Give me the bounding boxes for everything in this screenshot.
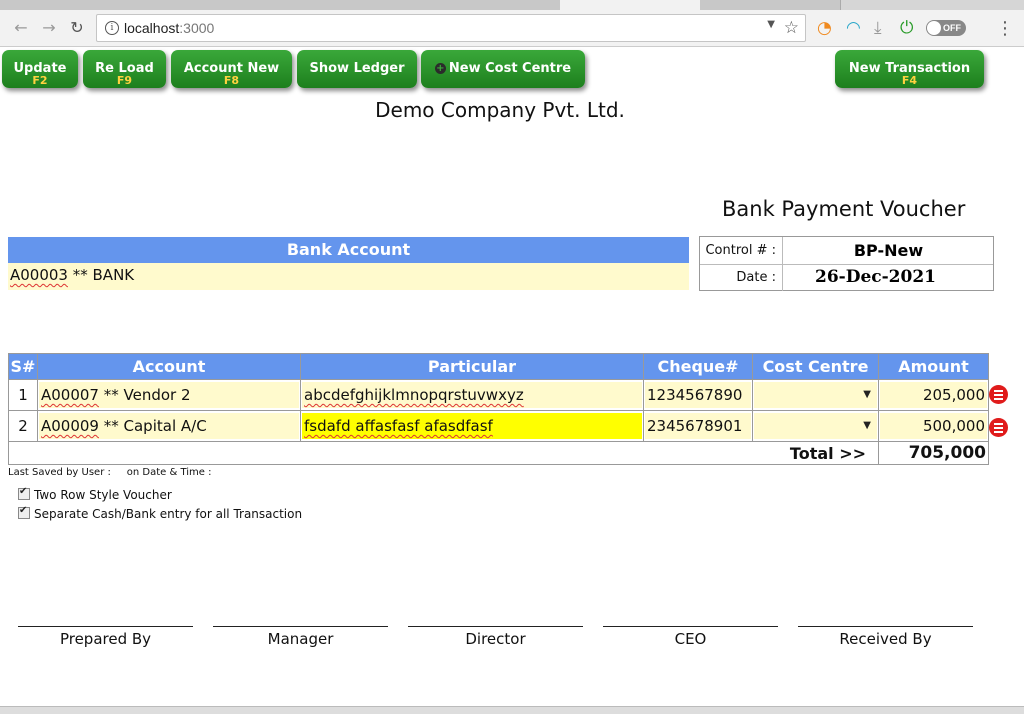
bank-account-header: Bank Account bbox=[8, 237, 689, 263]
separate-entry-label: Separate Cash/Bank entry for all Transac… bbox=[34, 507, 303, 521]
table-row: 2 A00009 ** Capital A/C fsdafd affasfasf… bbox=[8, 410, 989, 442]
signature-manager: Manager bbox=[213, 626, 388, 648]
voucher-entries-table: S# Account Particular Cheque# Cost Centr… bbox=[8, 353, 989, 465]
total-row: Total >> 705,000 bbox=[8, 441, 989, 465]
cheque-field[interactable]: 2345678901 bbox=[645, 413, 751, 439]
bank-account-code: A00003 bbox=[10, 266, 68, 284]
browser-toolbar: ← → ↻ i localhost:3000 ▼ ☆ ◔ ◠ ⤓ ⏻ OFF ⋮ bbox=[0, 10, 1024, 47]
update-shortcut: F2 bbox=[32, 74, 48, 87]
back-arrow-icon[interactable]: ← bbox=[12, 19, 30, 37]
bookmark-star-icon[interactable]: ☆ bbox=[784, 18, 799, 38]
row-serial: 2 bbox=[8, 410, 38, 442]
amount-field[interactable]: 500,000 bbox=[880, 413, 987, 439]
toggle-label: OFF bbox=[943, 23, 961, 33]
reload-shortcut: F9 bbox=[116, 74, 133, 87]
account-new-shortcut: F8 bbox=[223, 74, 240, 87]
cost-centre-select[interactable]: ▼ bbox=[754, 413, 877, 439]
browser-tab[interactable] bbox=[150, 0, 291, 10]
browser-tab-strip bbox=[0, 0, 1024, 10]
cheque-field[interactable]: 1234567890 bbox=[645, 382, 751, 408]
total-value: 705,000 bbox=[878, 441, 989, 465]
bank-account-field[interactable]: A00003 ** BANK bbox=[8, 263, 689, 290]
column-header-cheque: Cheque# bbox=[643, 353, 753, 380]
extension-toggle[interactable]: OFF bbox=[926, 20, 966, 36]
signature-ceo: CEO bbox=[603, 626, 778, 648]
cost-centre-select[interactable]: ▼ bbox=[754, 382, 877, 408]
row-serial: 1 bbox=[8, 379, 38, 411]
address-url: localhost:3000 bbox=[124, 20, 215, 36]
table-header-row: S# Account Particular Cheque# Cost Centr… bbox=[8, 353, 989, 380]
column-header-sn: S# bbox=[8, 353, 38, 380]
show-ledger-button-label: Show Ledger bbox=[309, 61, 405, 76]
toggle-knob bbox=[927, 21, 941, 35]
browser-tab[interactable] bbox=[430, 0, 561, 10]
separate-entry-checkbox[interactable]: Separate Cash/Bank entry for all Transac… bbox=[18, 505, 303, 521]
column-header-amount: Amount bbox=[878, 353, 989, 380]
account-code: A00009 bbox=[41, 417, 99, 435]
new-transaction-button[interactable]: New Transaction F4 bbox=[835, 50, 984, 88]
signature-prepared-by: Prepared By bbox=[18, 626, 193, 648]
signature-received-by: Received By bbox=[798, 626, 973, 648]
two-row-style-checkbox[interactable]: Two Row Style Voucher bbox=[18, 486, 172, 502]
total-label: Total >> bbox=[8, 441, 879, 465]
voucher-title: Bank Payment Voucher bbox=[722, 197, 966, 221]
browser-tab[interactable] bbox=[290, 0, 431, 10]
dropdown-arrow-icon: ▼ bbox=[863, 389, 871, 400]
browser-tab-active[interactable] bbox=[560, 0, 701, 10]
date-field[interactable]: 26-Dec-2021 bbox=[784, 264, 993, 291]
particular-field[interactable]: fsdafd affasfasf afasdfasf bbox=[302, 413, 642, 439]
two-row-style-label: Two Row Style Voucher bbox=[34, 488, 172, 502]
column-header-particular: Particular bbox=[300, 353, 644, 380]
table-row: 1 A00007 ** Vendor 2 abcdefghijklmnopqrs… bbox=[8, 379, 989, 411]
update-button[interactable]: Update F2 bbox=[2, 50, 78, 88]
company-name: Demo Company Pvt. Ltd. bbox=[375, 98, 625, 122]
particular-text: fsdafd affasfasf afasdfasf bbox=[304, 417, 493, 435]
forward-arrow-icon[interactable]: → bbox=[40, 19, 58, 37]
menu-kebab-icon[interactable]: ⋮ bbox=[996, 18, 1014, 39]
signature-director: Director bbox=[408, 626, 583, 648]
column-header-account: Account bbox=[37, 353, 301, 380]
new-cost-centre-button[interactable]: + New Cost Centre bbox=[421, 50, 585, 88]
reload-icon[interactable]: ↻ bbox=[68, 19, 86, 37]
power-download-icon[interactable]: ⏻ bbox=[900, 18, 913, 38]
account-field[interactable]: A00007 ** Vendor 2 bbox=[39, 382, 299, 408]
new-transaction-shortcut: F4 bbox=[901, 74, 918, 87]
add-circle-icon: + bbox=[434, 63, 446, 74]
column-header-cost-centre: Cost Centre bbox=[752, 353, 879, 380]
bank-account-name: ** BANK bbox=[67, 266, 135, 284]
dropdown-arrow-icon: ▼ bbox=[863, 420, 871, 431]
dropdown-arrow-icon[interactable]: ▼ bbox=[767, 19, 775, 30]
download-tray-icon[interactable]: ⤓ bbox=[874, 18, 882, 38]
reload-button[interactable]: Re Load F9 bbox=[83, 50, 166, 88]
control-number-label: Control # : bbox=[700, 237, 783, 264]
last-saved-info: Last Saved by User : on Date & Time : bbox=[8, 467, 212, 478]
particular-field[interactable]: abcdefghijklmnopqrstuvwxyz bbox=[302, 382, 642, 408]
browser-tab[interactable] bbox=[700, 0, 841, 10]
account-code: A00007 bbox=[41, 386, 99, 404]
address-bar[interactable]: i localhost:3000 ▼ ☆ bbox=[96, 14, 806, 42]
account-name: ** Vendor 2 bbox=[98, 386, 191, 404]
extension-c-icon[interactable]: ◔ bbox=[817, 18, 832, 38]
amount-field[interactable]: 205,000 bbox=[880, 382, 987, 408]
delete-row-icon[interactable] bbox=[989, 385, 1008, 404]
info-icon[interactable]: i bbox=[105, 21, 119, 35]
voucher-control-box: Control # : BP-New Date : 26-Dec-2021 bbox=[699, 236, 994, 291]
browser-tab[interactable] bbox=[0, 0, 151, 10]
new-cost-centre-button-label: New Cost Centre bbox=[448, 61, 572, 76]
show-ledger-button[interactable]: Show Ledger bbox=[297, 50, 417, 88]
date-value: 26-Dec-2021 bbox=[815, 267, 936, 287]
checkbox-icon[interactable] bbox=[18, 505, 30, 519]
date-label: Date : bbox=[700, 264, 783, 291]
delete-row-icon[interactable] bbox=[989, 418, 1008, 437]
particular-text: abcdefghijklmnopqrstuvwxyz bbox=[304, 386, 524, 404]
account-new-button[interactable]: Account New F8 bbox=[171, 50, 292, 88]
account-name: ** Capital A/C bbox=[98, 417, 207, 435]
control-number-value: BP-New bbox=[853, 241, 924, 260]
headphones-icon[interactable]: ◠ bbox=[846, 18, 861, 38]
checkbox-icon[interactable] bbox=[18, 486, 30, 500]
account-field[interactable]: A00009 ** Capital A/C bbox=[39, 413, 299, 439]
